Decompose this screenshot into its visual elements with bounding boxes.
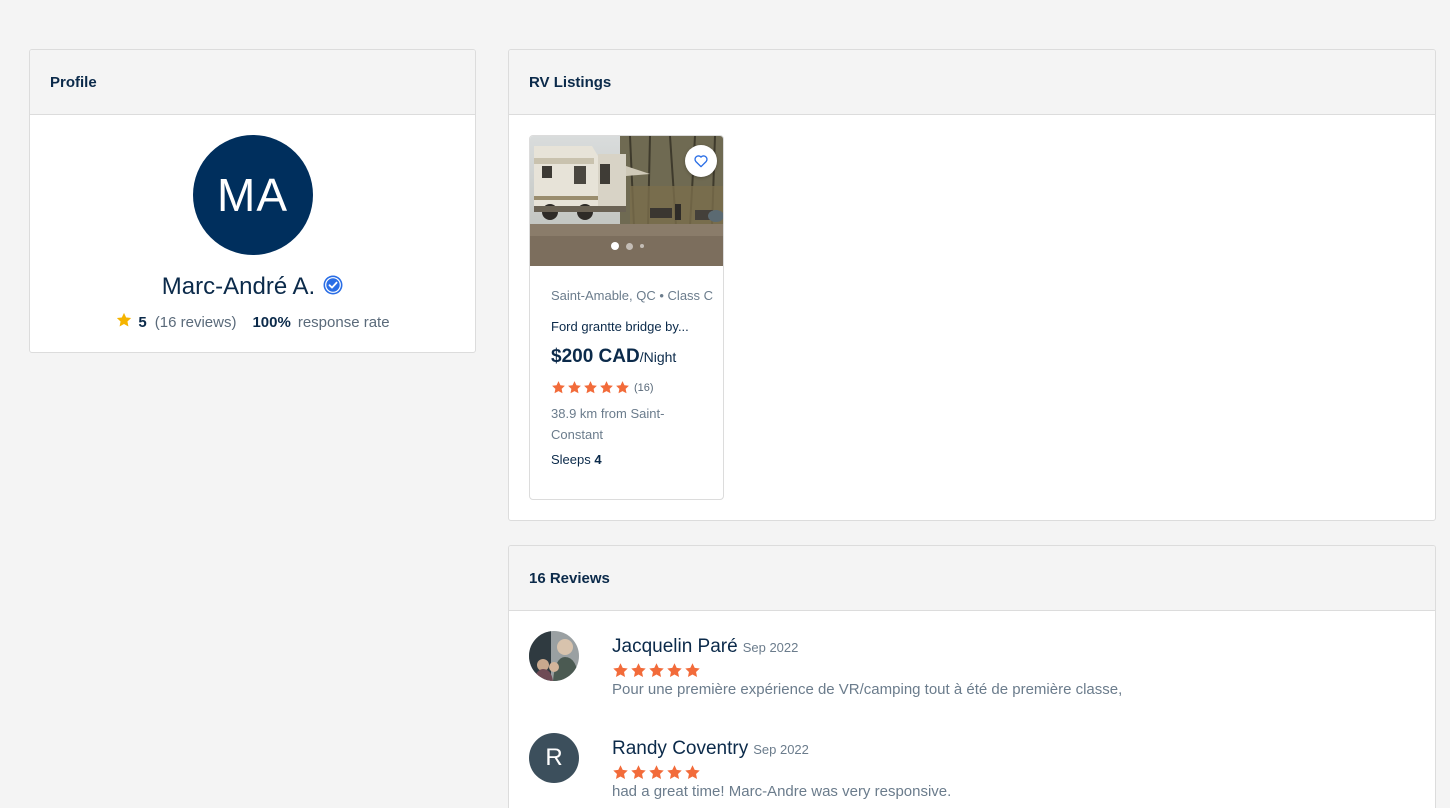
avatar: MA (192, 135, 313, 255)
star-icon (552, 381, 565, 394)
review-stars (612, 662, 1372, 679)
star-icon (667, 663, 682, 678)
listing-rating-count: (16) (634, 381, 654, 394)
listings-header: RV Listings (509, 50, 1435, 115)
photo-carousel-dots[interactable] (530, 242, 723, 250)
star-icon (631, 765, 646, 780)
star-icon (613, 765, 628, 780)
listing-title[interactable]: Ford grantte bridge by... (551, 319, 723, 334)
listing-price: $200 CAD (551, 346, 640, 367)
reviewer-name: Randy Coventry (612, 738, 749, 759)
reviewer-name: Jacquelin Paré (612, 636, 738, 657)
listing-price-unit: /Night (639, 349, 677, 365)
listing-location: Saint-Amable, QC • Class C (551, 288, 714, 303)
reviews-panel: 16 Reviews Jacquelin Paré Sep 2022 Pour … (508, 545, 1436, 808)
response-rate-value: 100% (252, 313, 291, 331)
reviews-header: 16 Reviews (509, 546, 1435, 611)
profile-name: Marc-André A. (161, 273, 316, 300)
profile-reviews-count[interactable]: (16 reviews) (155, 314, 237, 331)
listing-card[interactable]: Saint-Amable, QC • Class C Ford grantte … (529, 135, 724, 500)
star-icon (584, 381, 597, 394)
reviewer-avatar: R (529, 733, 579, 783)
response-rate-label: response rate (297, 313, 390, 331)
review-stars (612, 764, 1372, 781)
review-date: Sep 2022 (742, 640, 799, 655)
review-text: had a great time! Marc-Andre was very re… (612, 783, 952, 800)
profile-panel: Profile MA Marc-André A. 5 (16 reviews) … (29, 49, 476, 353)
profile-rating: 5 (138, 313, 147, 331)
star-icon (568, 381, 581, 394)
reviewer-avatar (529, 631, 579, 681)
favorite-button[interactable] (685, 145, 717, 177)
star-icon (685, 663, 700, 678)
profile-header: Profile (30, 50, 475, 115)
star-icon (613, 663, 628, 678)
profile-stats: 5 (16 reviews) 100% response rate (115, 311, 390, 333)
carousel-dot[interactable] (640, 244, 644, 248)
carousel-dot[interactable] (611, 242, 619, 250)
star-icon (649, 765, 664, 780)
star-icon (115, 311, 138, 333)
listing-sleeps: Sleeps 4 (551, 452, 723, 467)
verified-badge-icon (323, 275, 343, 300)
star-icon (631, 663, 646, 678)
heart-icon (694, 155, 708, 168)
star-icon (685, 765, 700, 780)
star-icon (667, 765, 682, 780)
star-icon (649, 663, 664, 678)
sleeps-value: 4 (594, 452, 602, 467)
listing-stars (551, 380, 630, 395)
listing-distance: 38.9 km from Saint-Constant (551, 406, 665, 442)
carousel-dot[interactable] (626, 242, 633, 250)
review-text: Pour une première expérience de VR/campi… (612, 681, 1123, 698)
sleeps-label: Sleeps (551, 452, 591, 467)
star-icon (616, 381, 629, 394)
star-icon (600, 381, 613, 394)
listing-photo[interactable] (530, 136, 723, 266)
review-date: Sep 2022 (753, 742, 809, 757)
rv-listings-panel: RV Listings Saint-Amable, QC • Class C F… (508, 49, 1436, 521)
